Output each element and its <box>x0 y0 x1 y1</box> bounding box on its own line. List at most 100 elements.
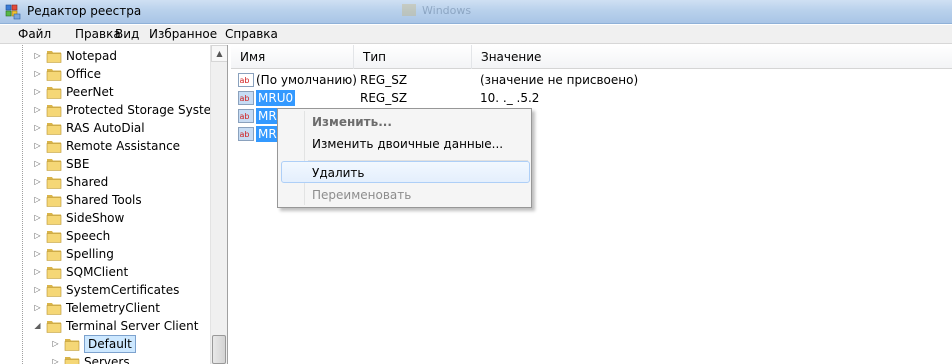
folder-icon <box>46 267 62 279</box>
tree-item[interactable]: ▷ Remote Assistance <box>0 137 212 155</box>
value-name: MRU0 <box>256 90 296 106</box>
tree-item[interactable]: ▷ SystemCertificates <box>0 281 212 299</box>
scroll-thumb[interactable] <box>212 335 226 364</box>
registry-editor-icon <box>5 4 21 20</box>
folder-icon <box>46 249 62 261</box>
value-data: (значение не присвоено) <box>480 73 639 87</box>
title-bar: Редактор реестра Windows <box>0 0 952 24</box>
expand-arrow-icon[interactable]: ▷ <box>33 267 42 276</box>
menu-item-rename: Переименовать <box>312 188 412 202</box>
folder-icon <box>46 105 62 117</box>
menu-view[interactable]: Вид <box>115 27 139 41</box>
tree-item-label: RAS AutoDial <box>66 121 145 135</box>
column-name[interactable]: Имя <box>231 45 354 69</box>
tree-item[interactable]: ▷ Shared Tools <box>0 191 212 209</box>
value-type: REG_SZ <box>360 91 408 105</box>
menu-help[interactable]: Справка <box>225 27 278 41</box>
folder-icon <box>64 339 80 351</box>
expand-arrow-icon[interactable]: ▷ <box>33 231 42 240</box>
string-value-icon: ab <box>238 73 254 87</box>
expand-arrow-icon[interactable]: ▷ <box>33 195 42 204</box>
expand-arrow-icon[interactable]: ▷ <box>33 105 42 114</box>
collapse-arrow-icon[interactable]: ◢ <box>33 321 42 330</box>
tree-item[interactable]: ▷ SBE <box>0 155 212 173</box>
folder-icon <box>46 231 62 243</box>
expand-arrow-icon[interactable]: ▷ <box>33 213 42 222</box>
tree-item-label: TelemetryClient <box>66 301 160 315</box>
expand-arrow-icon[interactable]: ▷ <box>33 303 42 312</box>
tree-item[interactable]: ▷ SQMClient <box>0 263 212 281</box>
value-name: (По умолчанию) <box>256 73 357 87</box>
registry-tree[interactable]: ▷ Notepad ▷ Office ▷ PeerNet ▷ Protected Storag… <box>0 45 228 364</box>
expand-arrow-icon[interactable]: ▷ <box>33 51 42 60</box>
folder-icon <box>46 51 62 63</box>
menu-favorites[interactable]: Избранное <box>149 27 217 41</box>
column-value[interactable]: Значение <box>472 45 952 69</box>
tree-item[interactable]: ◢ Terminal Server Client <box>0 317 212 335</box>
tree-item[interactable]: ▷ RAS AutoDial <box>0 119 212 137</box>
folder-icon <box>46 69 62 81</box>
tree-item-label: Office <box>66 67 102 81</box>
folder-icon <box>46 141 62 153</box>
string-value-icon: ab <box>238 91 254 105</box>
tree-item-label: Notepad <box>66 49 117 63</box>
svg-text:ab: ab <box>240 112 250 121</box>
tree-item-label: Servers <box>84 355 130 364</box>
expand-arrow-icon[interactable]: ▷ <box>33 69 42 78</box>
menu-edit[interactable]: Правка <box>75 27 121 41</box>
context-menu: Изменить... Изменить двоичные данные... … <box>277 108 532 208</box>
tree-item-label: Default <box>84 335 136 353</box>
list-header: Имя Тип Значение <box>231 45 952 69</box>
ghost-title: Windows <box>422 4 472 17</box>
scroll-up-arrow-icon[interactable]: ▲ <box>211 45 227 62</box>
column-type[interactable]: Тип <box>354 45 472 69</box>
menu-item-delete[interactable]: Удалить <box>312 166 365 180</box>
tree-item-label: Protected Storage System P <box>66 103 228 117</box>
tree-item-label: Remote Assistance <box>66 139 181 153</box>
menu-item-modify[interactable]: Изменить... <box>312 115 392 129</box>
folder-icon <box>46 123 62 135</box>
tree-item[interactable]: ▷ Spelling <box>0 245 212 263</box>
expand-arrow-icon[interactable]: ▷ <box>33 177 42 186</box>
folder-icon <box>64 357 80 364</box>
svg-text:ab: ab <box>240 130 250 139</box>
expand-arrow-icon[interactable]: ▷ <box>33 87 42 96</box>
tree-item[interactable]: ▷ SideShow <box>0 209 212 227</box>
tree-item[interactable]: ▷ TelemetryClient <box>0 299 212 317</box>
tree-item[interactable]: ▷ PeerNet <box>0 83 212 101</box>
expand-arrow-icon[interactable]: ▷ <box>33 123 42 132</box>
tree-item[interactable]: ▷ Shared <box>0 173 212 191</box>
folder-icon <box>46 321 62 333</box>
ghost-window-tab: Windows <box>400 0 472 24</box>
tree-item-label: SideShow <box>66 211 125 225</box>
folder-icon <box>46 285 62 297</box>
tree-item-label: Speech <box>66 229 111 243</box>
window-title: Редактор реестра <box>27 4 142 18</box>
tree-item[interactable]: ▷ Office <box>0 65 212 83</box>
expand-arrow-icon[interactable]: ▷ <box>51 339 60 348</box>
menu-file[interactable]: Файл <box>18 27 51 41</box>
tree-item-label: PeerNet <box>66 85 114 99</box>
string-value-icon: ab <box>238 109 254 123</box>
expand-arrow-icon[interactable]: ▷ <box>33 249 42 258</box>
tree-item[interactable]: ▷ Notepad <box>0 47 212 65</box>
tree-item[interactable]: ▷ Protected Storage System P <box>0 101 227 119</box>
tree-item-label: SBE <box>66 157 90 171</box>
expand-arrow-icon[interactable]: ▷ <box>51 357 60 364</box>
expand-arrow-icon[interactable]: ▷ <box>33 159 42 168</box>
table-row[interactable]: ab MRU0 REG_SZ 10. ._ .5.2 <box>231 89 952 107</box>
tree-item-label: Shared Tools <box>66 193 142 207</box>
string-value-icon: ab <box>238 127 254 141</box>
svg-text:ab: ab <box>240 94 250 103</box>
menu-item-modify-binary[interactable]: Изменить двоичные данные... <box>312 137 503 151</box>
tree-item[interactable]: ▷ Servers <box>0 353 212 364</box>
table-row[interactable]: ab (По умолчанию) REG_SZ (значение не присв… <box>231 71 952 89</box>
tree-item[interactable]: ▷ Speech <box>0 227 212 245</box>
folder-icon <box>46 159 62 171</box>
tree-item[interactable]: ▷ Default <box>0 335 212 353</box>
tree-vertical-scrollbar[interactable]: ▲ <box>210 45 227 364</box>
expand-arrow-icon[interactable]: ▷ <box>33 141 42 150</box>
expand-arrow-icon[interactable]: ▷ <box>33 285 42 294</box>
svg-text:ab: ab <box>240 76 250 85</box>
folder-icon <box>46 303 62 315</box>
